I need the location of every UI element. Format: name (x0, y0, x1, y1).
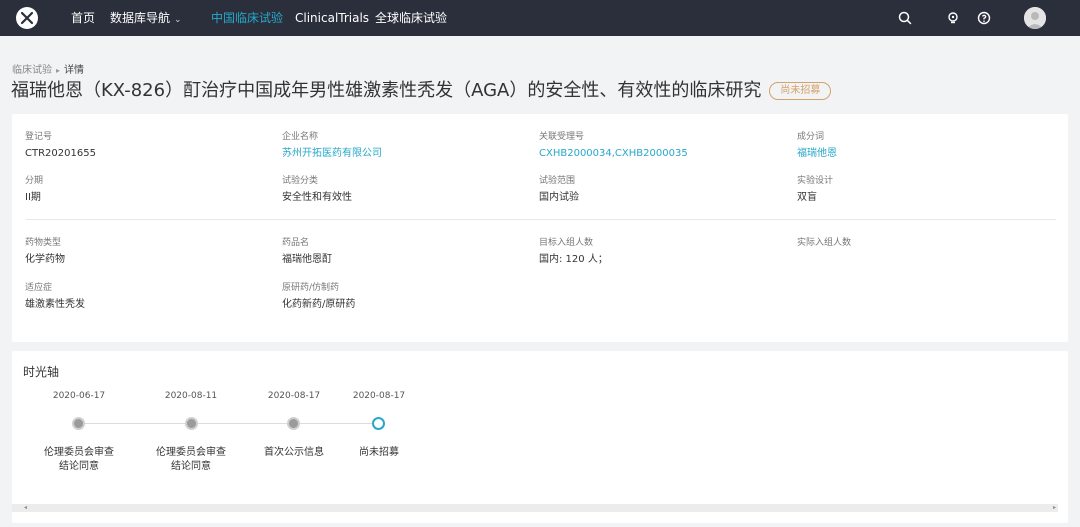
field-label: 实验设计 (797, 176, 834, 186)
logo-icon[interactable] (16, 7, 38, 29)
timeline-date: 2020-08-11 (164, 391, 218, 401)
field-label: 企业名称 (282, 132, 319, 142)
timeline-dot-current (372, 417, 385, 430)
timeline-date: 2020-08-17 (352, 391, 406, 401)
top-navbar: 首页 数据库导航 ⌄ 中国临床试验 ClinicalTrials 全球临床试验 (0, 0, 1080, 36)
field-label: 药物类型 (25, 238, 62, 248)
field-indication: 适应症 雄激素性秃发 (25, 282, 85, 312)
field-drug-name: 药品名 福瑞他恩酊 (282, 237, 332, 267)
nav-global-trials[interactable]: 全球临床试验 (375, 0, 447, 36)
field-label: 药品名 (282, 238, 310, 248)
nav-database[interactable]: 数据库导航 ⌄ (110, 0, 182, 36)
title-row: 福瑞他恩（KX-826）酊治疗中国成年男性雄激素性秃发（AGA）的安全性、有效性… (11, 78, 832, 104)
field-value: 化药新药/原研药 (282, 299, 356, 310)
field-value: 安全性和有效性 (282, 192, 352, 203)
field-label: 成分词 (797, 132, 825, 142)
field-value: CTR20201655 (25, 148, 96, 159)
user-avatar-icon[interactable] (1024, 7, 1046, 29)
field-acceptance-no: 关联受理号 CXHB2000034,CXHB2000035 (539, 131, 688, 161)
nav-clinicaltrials[interactable]: ClinicalTrials (295, 0, 369, 36)
breadcrumb-parent-link[interactable]: 临床试验 (12, 65, 52, 76)
field-value: 双盲 (797, 192, 817, 203)
timeline-line (80, 423, 380, 424)
search-icon[interactable] (896, 9, 914, 27)
timeline-date: 2020-06-17 (52, 391, 106, 401)
breadcrumb-separator: ▸ (56, 66, 61, 75)
divider (26, 219, 1056, 220)
field-label: 试验范围 (539, 176, 576, 186)
field-label: 试验分类 (282, 176, 319, 186)
field-drug-type: 药物类型 化学药物 (25, 237, 65, 267)
timeline-title: 时光轴 (23, 365, 60, 379)
page-title: 福瑞他恩（KX-826）酊治疗中国成年男性雄激素性秃发（AGA）的安全性、有效性… (11, 80, 762, 101)
field-design: 实验设计 双盲 (797, 175, 833, 205)
trial-info-card: 登记号 CTR20201655 企业名称 苏州开拓医药有限公司 关联受理号 CX… (12, 114, 1068, 342)
field-registration-no: 登记号 CTR20201655 (25, 131, 96, 161)
acceptance-no-link[interactable]: CXHB2000034,CXHB2000035 (539, 147, 688, 161)
field-value: 福瑞他恩酊 (282, 254, 332, 265)
field-value: 雄激素性秃发 (25, 299, 85, 310)
scroll-left-arrow-icon[interactable]: ◂ (24, 504, 27, 512)
timeline-label: 尚未招募 (359, 447, 399, 458)
timeline-label: 伦理委员会审查 结论同意 (156, 447, 226, 472)
nav-china-trials[interactable]: 中国临床试验 (211, 0, 283, 36)
nav-database-label: 数据库导航 (110, 11, 171, 25)
breadcrumb-current: 详情 (64, 65, 85, 76)
field-value: 国内: 120 人； (539, 254, 608, 265)
field-phase: 分期 II期 (25, 175, 43, 205)
field-label: 分期 (25, 176, 44, 186)
nav-home[interactable]: 首页 (71, 0, 95, 36)
field-value: 化学药物 (25, 254, 65, 265)
field-trial-category: 试验分类 安全性和有效性 (282, 175, 352, 205)
field-value: II期 (25, 192, 41, 203)
field-value: 国内试验 (539, 192, 579, 203)
timeline-label: 伦理委员会审查 结论同意 (44, 447, 114, 472)
field-trial-scope: 试验范围 国内试验 (539, 175, 579, 205)
field-label: 适应症 (25, 283, 53, 293)
field-actual-enrollment: 实际入组人数 (797, 237, 851, 253)
company-link[interactable]: 苏州开拓医药有限公司 (282, 147, 382, 161)
timeline-dot (185, 417, 198, 430)
timeline-card: 时光轴 2020-06-17 伦理委员会审查 结论同意 2020-08-11 伦… (12, 351, 1068, 523)
field-label: 原研药/仿制药 (282, 283, 340, 293)
field-ingredient: 成分词 福瑞他恩 (797, 131, 837, 161)
scroll-right-arrow-icon[interactable]: ▸ (1053, 504, 1056, 512)
chevron-down-icon: ⌄ (174, 15, 182, 25)
lightbulb-icon[interactable] (944, 9, 962, 27)
field-label: 实际入组人数 (797, 238, 852, 248)
help-icon[interactable] (975, 9, 993, 27)
field-original-generic: 原研药/仿制药 化药新药/原研药 (282, 282, 355, 312)
timeline-dot (72, 417, 85, 430)
field-target-enrollment: 目标入组人数 国内: 120 人； (539, 237, 608, 267)
field-company: 企业名称 苏州开拓医药有限公司 (282, 131, 382, 161)
timeline-dot (287, 417, 300, 430)
ingredient-link[interactable]: 福瑞他恩 (797, 147, 837, 161)
breadcrumb: 临床试验 ▸ 详情 (12, 61, 84, 76)
horizontal-scrollbar[interactable]: ◂ ▸ (12, 504, 1058, 512)
status-badge: 尚未招募 (769, 82, 832, 100)
field-label: 关联受理号 (539, 132, 585, 142)
field-label: 目标入组人数 (539, 238, 594, 248)
field-label: 登记号 (25, 132, 53, 142)
